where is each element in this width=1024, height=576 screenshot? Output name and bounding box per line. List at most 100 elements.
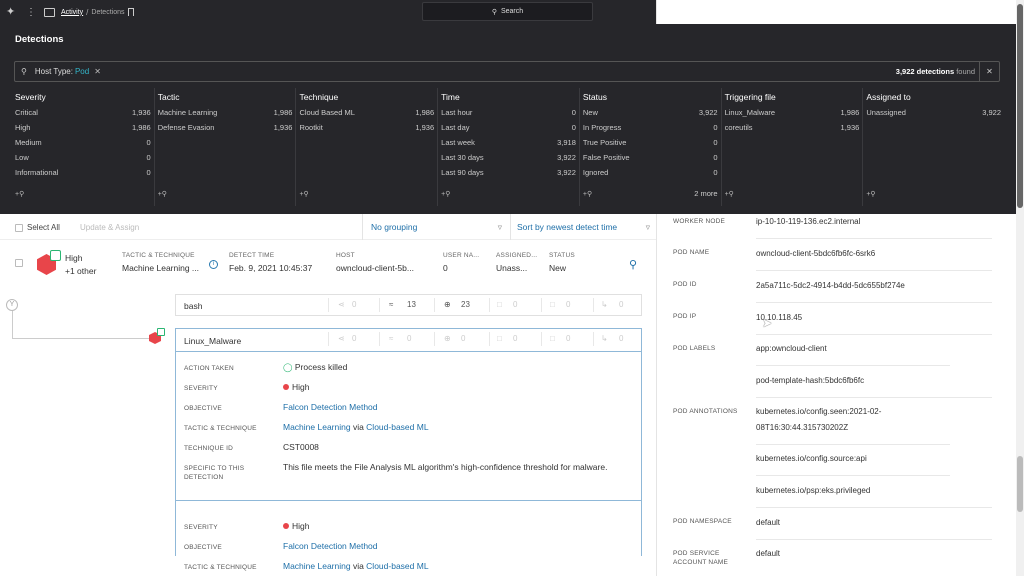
divider	[593, 298, 594, 312]
user-column: USER NA... 0	[443, 252, 488, 273]
objective-link-2[interactable]: Falcon Detection Method	[283, 539, 623, 554]
dns-icon: ≈	[389, 300, 394, 309]
scrollbar-thumb[interactable]	[1017, 456, 1023, 512]
process-tree-icon[interactable]: ⚲	[629, 258, 637, 271]
user-name[interactable]: Activity@dbf83d03	[657, 9, 715, 16]
severity-label-2: SEVERITY	[184, 524, 218, 531]
filter-bar[interactable]: ⚲ Host Type: Pod ✕ 3,922 detections foun…	[14, 61, 1000, 82]
status-label: STATUS	[549, 252, 575, 259]
menu-dots-icon[interactable]: ⋮	[26, 7, 36, 18]
facet-option[interactable]: Linux_Malware 1,986	[725, 108, 860, 123]
facet-option[interactable]: Low 0	[15, 153, 151, 168]
select-all[interactable]: Select All	[15, 223, 60, 232]
facet-option[interactable]: Machine Learning 1,986	[158, 108, 293, 123]
objective-link[interactable]: Falcon Detection Method	[283, 400, 623, 415]
user-profile-icon[interactable]: ●	[800, 7, 810, 17]
page-scrollbar[interactable]	[1016, 0, 1024, 576]
process-node-bash[interactable]: bash ⋖ 0 ≈ 13 ⊕ 23 □ 0 □ 0 ↳ 0	[175, 294, 642, 316]
facet-option-count: 0	[146, 153, 151, 162]
clear-filter-button[interactable]: ✕	[979, 62, 999, 81]
notifications-icon[interactable]: ☰	[780, 7, 790, 17]
facet-search-icon[interactable]: +⚲	[158, 190, 167, 198]
facet-search-icon[interactable]: +⚲	[441, 190, 450, 198]
facet-search-icon[interactable]: +⚲	[725, 190, 734, 198]
severity-value-2: High	[283, 519, 623, 534]
facet-option[interactable]: Defense Evasion 1,936	[158, 123, 293, 138]
facet-option-count: 3,922	[982, 108, 1002, 117]
facet-option[interactable]: Critical 1,936	[15, 108, 151, 123]
grouping-dropdown[interactable]: No grouping ▿	[362, 214, 510, 240]
facet-option[interactable]: Last 90 days 3,922	[441, 168, 576, 183]
row-divider	[756, 539, 992, 540]
tactic-link-2[interactable]: Machine Learning	[283, 561, 351, 571]
row-divider	[756, 444, 950, 445]
facet-option[interactable]: Last day 0	[441, 123, 576, 138]
facet-option-count: 1,936	[415, 123, 435, 132]
facet-technique: Technique Cloud Based ML 1,986 Rootkit 1,936…	[295, 88, 437, 206]
update-assign-button[interactable]: Update & Assign	[80, 223, 139, 232]
remove-filter-icon[interactable]: ✕	[94, 67, 101, 76]
breadcrumb-activity[interactable]: Activity	[61, 9, 83, 16]
facet-option-count: 0	[146, 138, 151, 147]
facet-search-icon[interactable]: +⚲	[583, 190, 592, 198]
divider	[328, 332, 329, 346]
specific-value: This file meets the File Analysis ML alg…	[283, 462, 608, 472]
customer-id-dropdown[interactable]: Customer ID ⌵	[723, 8, 770, 16]
facet-option-count: 3,918	[557, 138, 576, 147]
filter-value[interactable]: Pod	[75, 67, 89, 76]
falcon-logo-icon[interactable]: ✦	[6, 6, 20, 18]
select-all-checkbox[interactable]	[15, 223, 23, 232]
module-icon: ↳	[601, 334, 608, 343]
facet-option[interactable]: Ignored 0	[583, 168, 718, 183]
facet-option[interactable]: coreutils 1,936	[725, 123, 860, 138]
severity-label: SEVERITY	[184, 385, 218, 392]
facet-option[interactable]: False Positive 0	[583, 153, 718, 168]
facet-search-icon[interactable]: +⚲	[15, 190, 24, 198]
facet-option[interactable]: Last hour 0	[441, 108, 576, 123]
facet-more-link[interactable]: 2 more	[694, 189, 717, 198]
activity-app-icon[interactable]	[44, 7, 55, 17]
facet-search-icon[interactable]: +⚲	[866, 190, 875, 198]
facet-option[interactable]: Last week 3,918	[441, 138, 576, 153]
tactic-link[interactable]: Machine Learning	[283, 422, 351, 432]
facet-option[interactable]: Informational 0	[15, 168, 151, 183]
technique-link[interactable]: Cloud-based ML	[366, 422, 428, 432]
tactic-label: TACTIC & TECHNIQUE	[122, 252, 195, 259]
header-scrollbar-thumb[interactable]	[1017, 4, 1023, 208]
facet-option[interactable]: In Progress 0	[583, 123, 718, 138]
facet-panel: Severity Critical 1,936 High 1,986 Medium 0 Low…	[12, 88, 1004, 206]
disk-icon: □	[497, 300, 502, 309]
detect-time-value: Feb. 9, 2021 10:45:37	[229, 263, 313, 273]
facet-severity: Severity Critical 1,936 High 1,986 Medium 0 Low…	[12, 88, 154, 206]
facet-option[interactable]: Cloud Based ML 1,986	[299, 108, 434, 123]
info-icon[interactable]: i	[209, 260, 218, 269]
facet-title: Time	[441, 92, 460, 102]
sort-dropdown[interactable]: Sort by newest detect time ▿	[510, 214, 656, 240]
facet-status: Status New 3,922 In Progress 0 True Positive 0…	[578, 88, 721, 206]
facet-option[interactable]: Medium 0	[15, 138, 151, 153]
facet-option[interactable]: True Positive 0	[583, 138, 718, 153]
process-node-linux-malware[interactable]: Linux_Malware ⋖ 0 ≈ 0 ⊕ 0 □ 0 □ 0 ↳ 0	[175, 328, 642, 352]
pod-service-account-label: POD SERVICE ACCOUNT NAME	[673, 550, 729, 566]
facet-option[interactable]: New 3,922	[583, 108, 718, 123]
facet-option[interactable]: Unassigned 3,922	[866, 108, 1001, 123]
technique-link-2[interactable]: Cloud-based ML	[366, 561, 428, 571]
facet-option[interactable]: Last 30 days 3,922	[441, 153, 576, 168]
file-icon: ⊕	[444, 334, 451, 343]
facet-option-count: 0	[571, 108, 576, 117]
facet-option[interactable]: Rootkit 1,936	[299, 123, 434, 138]
facet-search-icon[interactable]: +⚲	[299, 190, 308, 198]
detection-row[interactable]: High +1 other TACTIC & TECHNIQUE Machine…	[0, 246, 656, 282]
search-label: Search	[500, 8, 524, 15]
row-divider	[756, 365, 950, 366]
registry-count: 0	[566, 300, 571, 309]
facet-option-label: Last hour	[441, 108, 473, 117]
detection-checkbox[interactable]	[15, 259, 23, 267]
severity-value: High	[283, 380, 623, 395]
bookmark-icon[interactable]	[128, 8, 135, 16]
filter-key: Host Type:	[34, 67, 73, 76]
global-search-button[interactable]: ⚲ Search	[422, 2, 593, 21]
pod-ip-label: POD IP	[673, 313, 697, 320]
severity-text-2: High	[292, 521, 310, 531]
facet-option[interactable]: High 1,986	[15, 123, 151, 138]
